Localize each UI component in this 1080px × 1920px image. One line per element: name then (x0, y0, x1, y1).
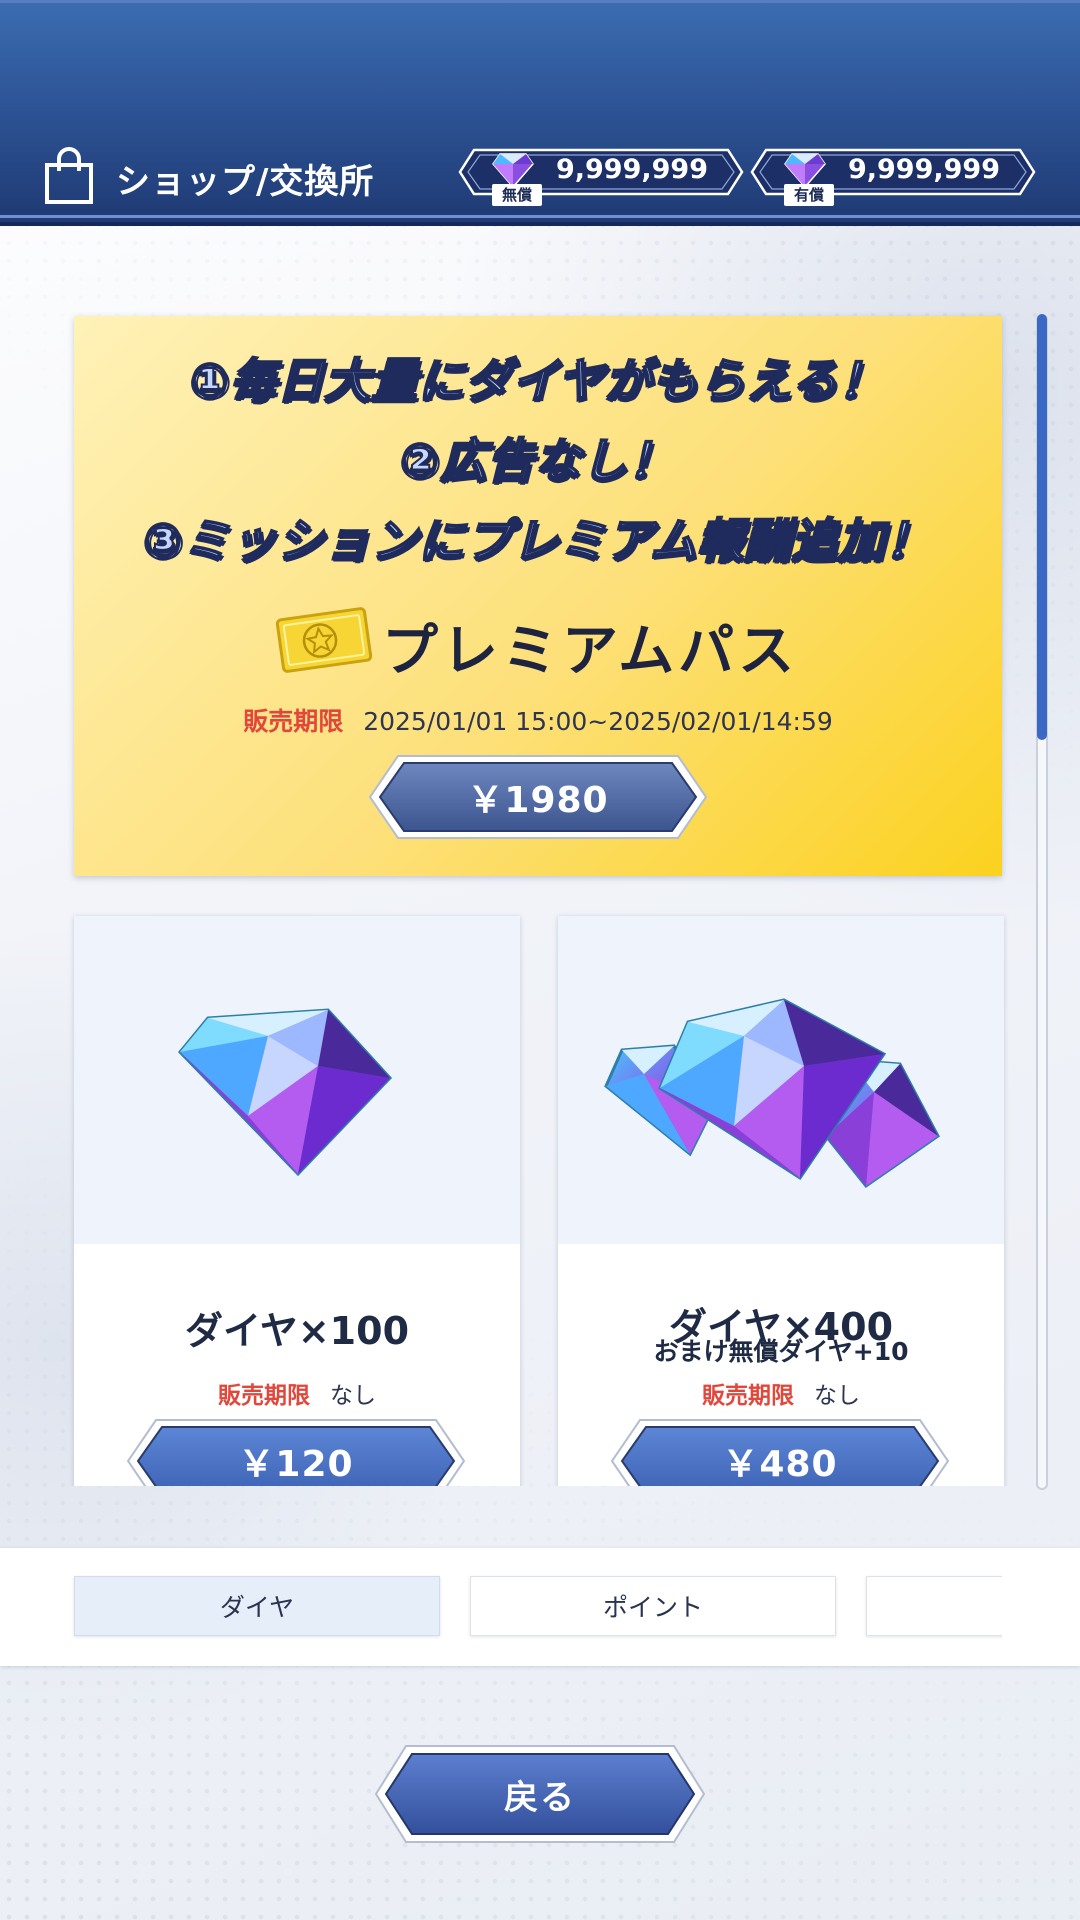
sale-period-label: 販売期限 (702, 1383, 794, 1409)
sale-period-label: 販売期限 (218, 1383, 310, 1409)
tab-point[interactable]: ポイント (470, 1576, 836, 1636)
product-bonus: おまけ無償ダイヤ+10 (653, 1337, 909, 1366)
product-name: ダイヤ×100 (184, 1309, 410, 1353)
back-button[interactable]: 戻る (374, 1744, 706, 1844)
product-price: ￥480 (722, 1444, 838, 1485)
product-price-button[interactable]: ￥120 (126, 1418, 466, 1486)
diamond-cluster-icon (604, 998, 940, 1189)
product-card-diamond-400[interactable]: ダイヤ×400 おまけ無償ダイヤ+10 販売期限 なし ￥480 (558, 916, 1004, 1486)
product-list[interactable]: ダイヤ×100 販売期限 なし ￥120 ダイヤ×400 おまけ無償ダイヤ+10… (0, 0, 1080, 1486)
back-button-label: 戻る (504, 1777, 576, 1818)
tab-diamond[interactable]: ダイヤ (74, 1576, 440, 1636)
diamond-single-icon (178, 1008, 393, 1177)
sale-period-value: なし (814, 1383, 860, 1409)
product-image-area (558, 916, 1004, 1244)
product-sale-period: 販売期限 なし (558, 1376, 1004, 1410)
product-card-diamond-100[interactable]: ダイヤ×100 販売期限 なし ￥120 (74, 916, 520, 1486)
product-image-area (74, 916, 520, 1244)
category-tab-bar: ダイヤ ポイント (0, 1548, 1080, 1666)
product-price-button[interactable]: ￥480 (610, 1418, 950, 1486)
product-sale-period: 販売期限 なし (74, 1376, 520, 1410)
product-price: ￥120 (238, 1444, 354, 1485)
sale-period-value: なし (330, 1383, 376, 1409)
tab-next[interactable] (866, 1576, 1002, 1636)
scrollbar-thumb[interactable] (1037, 314, 1047, 740)
